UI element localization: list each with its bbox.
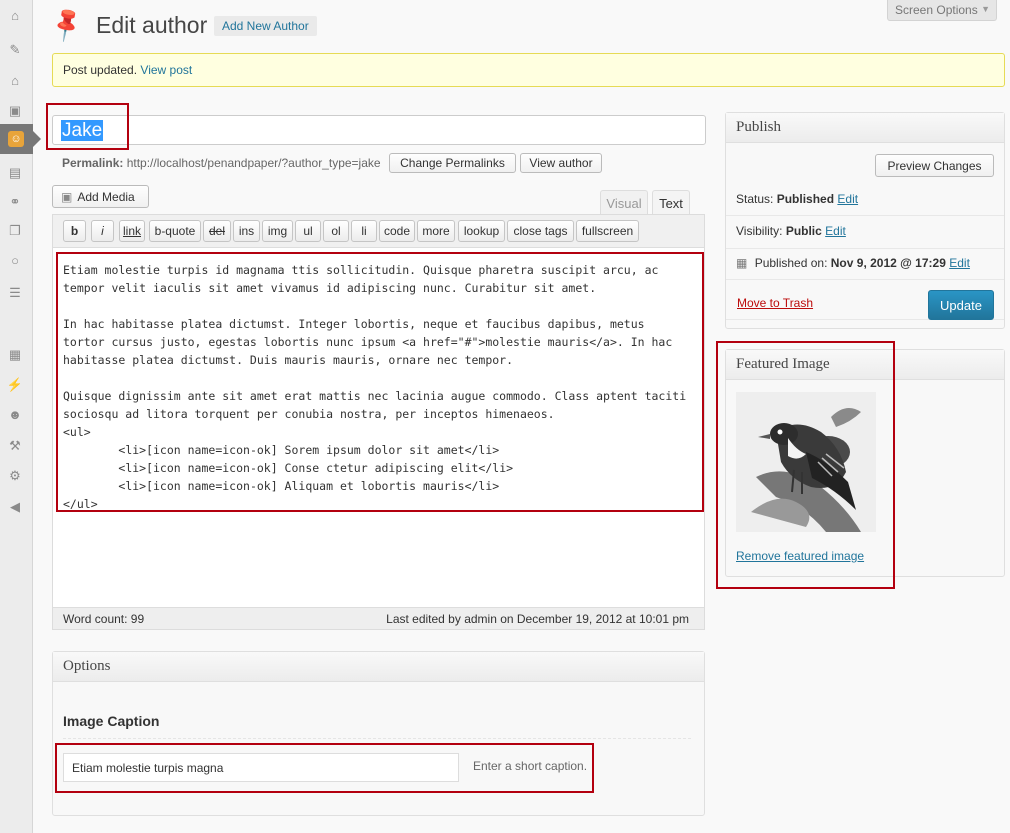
screen-options-button[interactable]: Screen Options ▼ (887, 0, 997, 21)
divider (726, 248, 1004, 249)
qt-close-tags-button[interactable]: close tags (507, 220, 574, 242)
caption-hint: Enter a short caption. (473, 759, 588, 773)
authors-icon: ☺ (8, 131, 24, 147)
media-icon[interactable]: ▣ (6, 101, 24, 119)
qt-italic-button[interactable]: i (91, 220, 114, 242)
featured-image-title: Featured Image (726, 350, 1004, 380)
add-media-label: Add Media (77, 189, 135, 204)
status-value: Published (776, 192, 835, 206)
qt-fullscreen-button[interactable]: fullscreen (576, 220, 639, 242)
view-author-button[interactable]: View author (520, 153, 602, 173)
remove-featured-image-link[interactable]: Remove featured image (736, 549, 864, 563)
qt-ins-button[interactable]: ins (233, 220, 260, 242)
home-icon[interactable]: ⌂ (6, 71, 24, 89)
add-new-author-button[interactable]: Add New Author (214, 16, 317, 36)
qt-lookup-button[interactable]: lookup (458, 220, 505, 242)
comments-icon[interactable]: ○ (6, 251, 24, 269)
visibility-row: Visibility: Public Edit (736, 224, 846, 238)
pages-icon[interactable]: ❐ (6, 221, 24, 239)
preview-changes-button[interactable]: Preview Changes (875, 154, 994, 177)
feedback-icon[interactable]: ☰ (6, 283, 24, 301)
add-media-button[interactable]: ▣ Add Media (52, 185, 149, 208)
users-icon[interactable]: ☻ (6, 405, 24, 423)
tab-visual[interactable]: Visual (600, 190, 648, 215)
dashboard-icon[interactable]: ⌂ (6, 6, 24, 24)
qt-code-button[interactable]: code (379, 220, 415, 242)
update-notice: Post updated. View post (52, 53, 1005, 87)
appearance-icon[interactable]: ▦ (6, 345, 24, 363)
status-row: Status: Published Edit (736, 192, 858, 206)
change-permalinks-button[interactable]: Change Permalinks (389, 153, 516, 173)
media-icon: ▣ (61, 189, 73, 204)
image-caption-input[interactable]: Etiam molestie turpis magna (63, 753, 459, 782)
published-edit-link[interactable]: Edit (949, 256, 970, 270)
qt-ul-button[interactable]: ul (295, 220, 321, 242)
qt-li-button[interactable]: li (351, 220, 377, 242)
options-metabox: Options Image Caption Enter a short capt… (52, 651, 705, 816)
published-on-row: ▦ Published on: Nov 9, 2012 @ 17:29 Edit (736, 256, 970, 270)
tools-icon[interactable]: ⚒ (6, 436, 24, 454)
status-edit-link[interactable]: Edit (837, 192, 858, 206)
options-title: Options (53, 652, 704, 682)
notice-text: Post updated. (63, 63, 138, 77)
page-title: Edit author (96, 12, 208, 38)
published-label: Published on: (754, 256, 828, 270)
update-button[interactable]: Update (928, 290, 994, 320)
posts-icon[interactable]: ✎ (6, 40, 24, 58)
image-caption-label: Image Caption (63, 713, 160, 729)
authors-menu-item[interactable]: ☺ (0, 124, 41, 154)
settings-icon[interactable]: ⚙ (6, 466, 24, 484)
quicktags-toolbar: b i link b-quote del ins img ul ol li co… (53, 215, 704, 248)
screen-options-label: Screen Options (895, 3, 978, 17)
status-label: Status: (736, 192, 774, 206)
gallery-icon[interactable]: ▤ (6, 163, 24, 181)
visibility-edit-link[interactable]: Edit (825, 224, 846, 238)
admin-sidebar: ⌂ ✎ ⌂ ▣ ☺ ▤ ⚭ ❐ ○ ☰ ▦ ⚡ ☻ ⚒ ⚙ ◀ (0, 0, 41, 833)
editor: b i link b-quote del ins img ul ol li co… (52, 214, 705, 630)
qt-bold-button[interactable]: b (63, 220, 86, 242)
chevron-down-icon: ▼ (981, 4, 990, 14)
qt-more-button[interactable]: more (417, 220, 455, 242)
publish-title: Publish (726, 113, 1004, 143)
calendar-icon: ▦ (736, 256, 748, 270)
permalink-label: Permalink: (62, 156, 124, 170)
divider (63, 738, 691, 739)
visibility-value: Public (785, 224, 822, 238)
tab-text[interactable]: Text (652, 190, 690, 215)
qt-img-button[interactable]: img (262, 220, 293, 242)
qt-ol-button[interactable]: ol (323, 220, 349, 242)
title-value: Jake (61, 120, 104, 141)
pin-icon: 📌 (46, 4, 87, 45)
last-edited: Last edited by admin on December 19, 201… (386, 612, 689, 626)
published-value: Nov 9, 2012 @ 17:29 (830, 256, 946, 270)
visibility-label: Visibility: (736, 224, 783, 238)
view-post-link[interactable]: View post (140, 63, 192, 77)
permalink-row: Permalink: http://localhost/penandpaper/… (62, 156, 381, 170)
editor-textarea[interactable]: Etiam molestie turpis id magnama ttis so… (63, 261, 693, 513)
title-input[interactable]: Jake (52, 115, 706, 145)
featured-image-thumbnail[interactable] (736, 392, 876, 532)
word-count: Word count: 99 (63, 612, 145, 626)
plugins-icon[interactable]: ⚡ (6, 375, 24, 393)
divider (726, 215, 1004, 216)
divider (726, 279, 1004, 280)
qt-link-button[interactable]: link (119, 220, 145, 242)
bird-illustration (736, 392, 876, 532)
permalink-url: http://localhost/penandpaper/?author_typ… (126, 156, 381, 170)
qt-del-button[interactable]: del (203, 220, 231, 242)
move-to-trash-link[interactable]: Move to Trash (737, 296, 813, 310)
editor-status-bar: Word count: 99 Last edited by admin on D… (53, 607, 704, 629)
links-icon[interactable]: ⚭ (6, 192, 24, 210)
qt-bquote-button[interactable]: b-quote (149, 220, 201, 242)
collapse-icon[interactable]: ◀ (6, 497, 24, 515)
